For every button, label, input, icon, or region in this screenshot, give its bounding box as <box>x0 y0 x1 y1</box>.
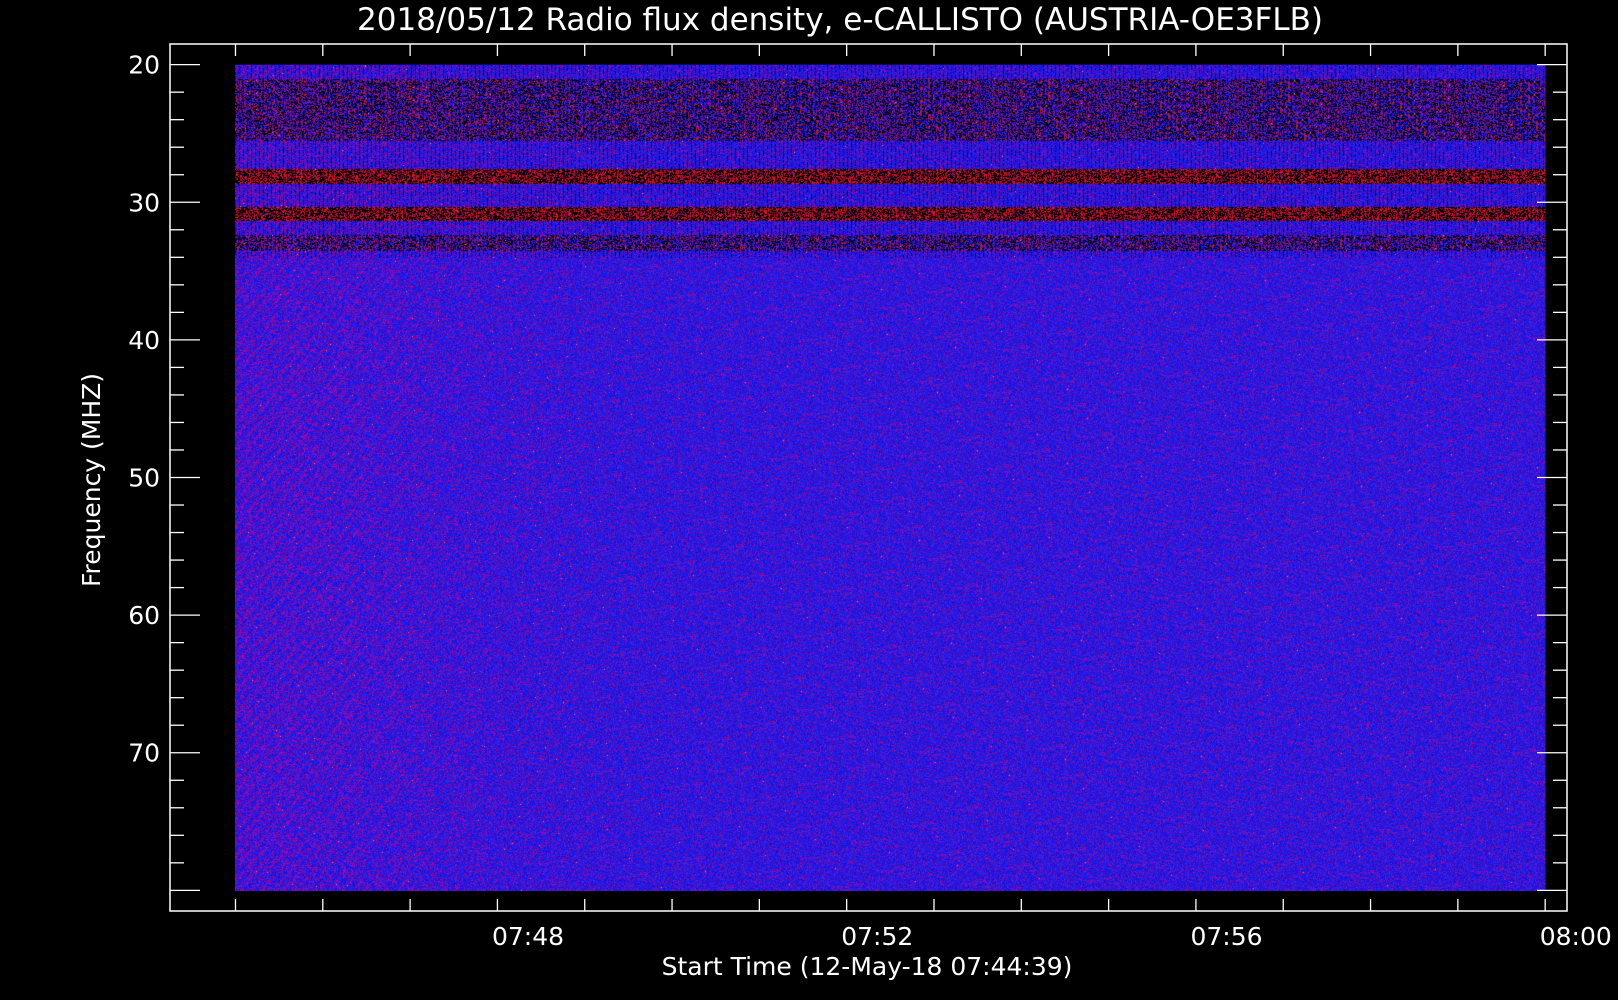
x-axis-label: Start Time (12-May-18 07:44:39) <box>662 952 1073 981</box>
y-axis-label: Frequency (MHZ) <box>77 373 106 587</box>
y-tick-label: 40 <box>128 326 160 355</box>
y-tick-label: 30 <box>128 188 160 217</box>
y-tick-label: 70 <box>128 739 160 768</box>
y-tick-label: 20 <box>128 51 160 80</box>
spectrogram-chart: 2018/05/12 Radio flux density, e-CALLIST… <box>77 2 1612 981</box>
x-tick-label: 07:48 <box>492 922 564 951</box>
y-tick-label: 50 <box>128 464 160 493</box>
chart-title: 2018/05/12 Radio flux density, e-CALLIST… <box>357 2 1323 38</box>
x-tick-label: 07:52 <box>841 922 913 951</box>
spectrogram-heatmap <box>235 64 1546 891</box>
x-tick-label: 08:00 <box>1540 922 1612 951</box>
x-tick-label: 07:56 <box>1190 922 1262 951</box>
heatmap-canvas <box>235 64 1546 891</box>
y-tick-labels: 20 30 40 50 60 70 <box>128 51 160 768</box>
x-tick-labels: 07:48 07:52 07:56 08:00 <box>492 922 1612 951</box>
y-tick-label: 60 <box>128 601 160 630</box>
